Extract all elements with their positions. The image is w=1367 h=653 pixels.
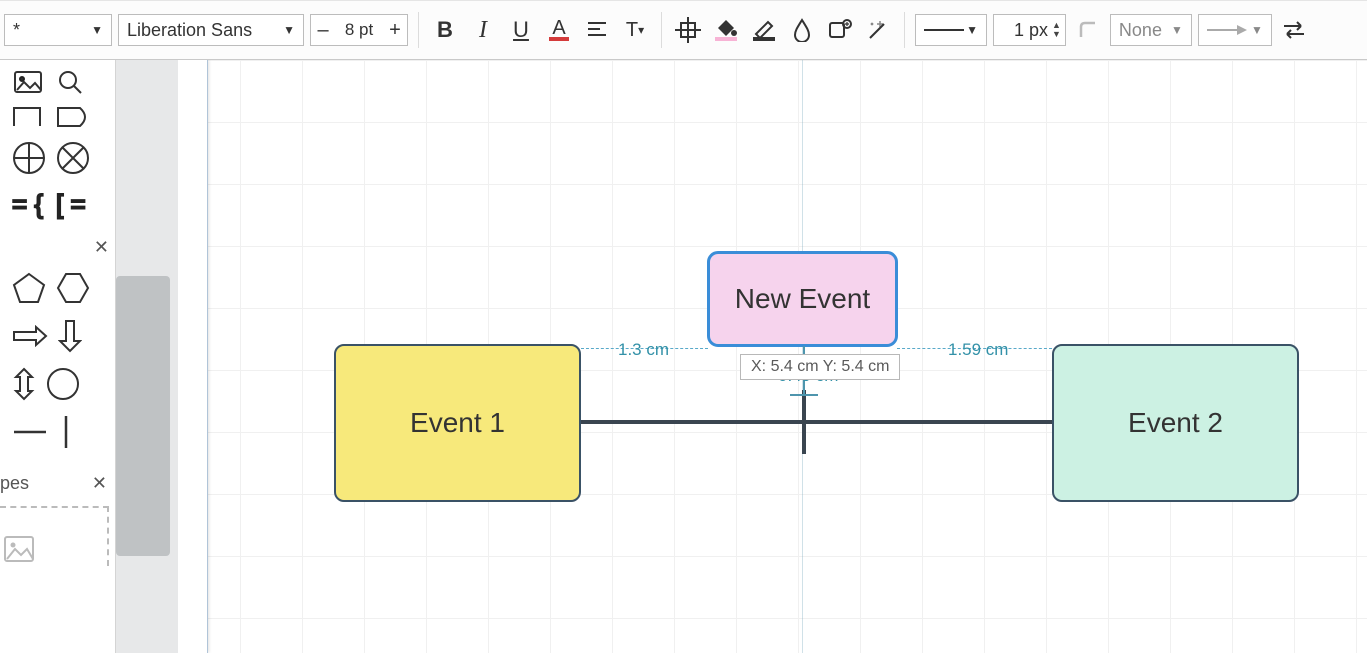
line-width-value: 1 px: [1004, 20, 1048, 41]
line-style-combo[interactable]: ▼: [915, 14, 987, 46]
flip-connector-button[interactable]: [1278, 14, 1310, 46]
snap-guide-small-h: [790, 394, 818, 396]
swap-icon: [1281, 20, 1307, 40]
connector-line[interactable]: [581, 420, 1052, 424]
hexagon-icon[interactable]: [56, 272, 90, 304]
arrow-start-value: None: [1119, 20, 1162, 41]
coordinate-tooltip: X: 5.4 cm Y: 5.4 cm: [740, 354, 900, 380]
italic-button[interactable]: I: [467, 14, 499, 46]
flow-shape-icon[interactable]: [56, 106, 90, 128]
corner-style-button[interactable]: [1072, 14, 1104, 46]
or-gate-icon[interactable]: [56, 141, 90, 175]
shape-label: New Event: [735, 283, 870, 315]
line-width-field[interactable]: 1 px ▲▼: [993, 14, 1066, 46]
arrow-right-icon: [1207, 24, 1247, 36]
shape-event-1[interactable]: Event 1: [334, 344, 581, 502]
increase-font-button[interactable]: +: [383, 19, 407, 42]
summing-junction-icon[interactable]: [12, 141, 46, 175]
page-edge: [178, 60, 208, 653]
chevron-down-icon: ▼: [91, 23, 103, 37]
corner-icon: [1077, 19, 1099, 41]
separator: [661, 12, 662, 48]
sparkle-icon: [866, 18, 890, 42]
shape-new-event[interactable]: New Event: [708, 252, 897, 346]
gallery-placeholder[interactable]: [0, 506, 109, 566]
svg-text:[ =: [ =: [56, 191, 86, 219]
flow-shape-icon[interactable]: [12, 106, 46, 128]
paragraph-align-button[interactable]: [581, 14, 613, 46]
position-size-icon: [675, 17, 701, 43]
drawing-canvas[interactable]: Event 1 Event 2 New Event 1.3 cm 1.59 cm…: [178, 60, 1367, 653]
section-close-button[interactable]: ✕: [92, 473, 107, 494]
section-label: pes: [0, 473, 29, 494]
fill-color-button[interactable]: [710, 14, 742, 46]
shape-label: Event 1: [410, 407, 505, 439]
drop-icon: [791, 18, 813, 42]
chevron-down-icon: ▼: [966, 23, 978, 37]
paragraph-style-combo[interactable]: * ▼: [4, 14, 112, 46]
brace-left-icon[interactable]: = {: [12, 191, 46, 221]
measure-left-label: 1.3 cm: [618, 340, 669, 360]
svg-text:= {: = {: [12, 191, 43, 219]
bold-button[interactable]: B: [429, 14, 461, 46]
shape-event-2[interactable]: Event 2: [1052, 344, 1299, 502]
underline-button[interactable]: U: [505, 14, 537, 46]
insert-image-icon[interactable]: [12, 66, 44, 98]
separator: [418, 12, 419, 48]
font-color-icon: A: [549, 19, 569, 41]
sidebar-scrollbar[interactable]: [116, 60, 178, 653]
line-style-icon: [924, 27, 964, 33]
position-size-button[interactable]: [672, 14, 704, 46]
shadow-button[interactable]: [786, 14, 818, 46]
shapes-sidebar: = { [ = ✕ pes ✕: [0, 60, 116, 653]
shape-label: Event 2: [1128, 407, 1223, 439]
text-direction-icon: T▾: [626, 19, 644, 42]
chevron-down-icon: ▼: [1171, 23, 1183, 37]
measure-right-label: 1.59 cm: [948, 340, 1008, 360]
line-shape-icon[interactable]: [12, 424, 48, 440]
font-name-combo[interactable]: Liberation Sans ▼: [118, 14, 304, 46]
font-size-value[interactable]: 8 pt: [335, 20, 383, 40]
text-direction-button[interactable]: T▾: [619, 14, 651, 46]
separator: [904, 12, 905, 48]
brace-right-icon[interactable]: [ =: [56, 191, 90, 221]
chevron-down-icon: ▼: [283, 23, 295, 37]
font-name-value: Liberation Sans: [127, 20, 252, 41]
font-color-button[interactable]: A: [543, 14, 575, 46]
spinner-icon[interactable]: ▲▼: [1052, 21, 1061, 39]
pentagon-icon[interactable]: [12, 272, 46, 304]
effects-icon: [827, 18, 853, 42]
paint-bucket-icon: [715, 19, 737, 41]
formatting-toolbar: * ▼ Liberation Sans ▼ – 8 pt + B I U A T…: [0, 0, 1367, 60]
vertical-line-icon[interactable]: [58, 414, 74, 450]
connector-tick: [802, 390, 806, 454]
align-icon: [586, 20, 608, 40]
arrow-start-combo[interactable]: None ▼: [1110, 14, 1192, 46]
zoom-icon[interactable]: [54, 66, 86, 98]
chevron-down-icon: ▼: [1251, 23, 1263, 37]
scrollbar-thumb[interactable]: [116, 276, 170, 556]
paragraph-style-value: *: [13, 20, 20, 41]
image-placeholder-icon: [4, 536, 34, 562]
decrease-font-button[interactable]: –: [311, 19, 335, 42]
effects-button[interactable]: [824, 14, 856, 46]
circle-icon[interactable]: [46, 367, 80, 401]
arrow-down-shape-icon[interactable]: [58, 319, 82, 353]
arrow-updown-shape-icon[interactable]: [12, 367, 36, 401]
pen-icon: [753, 19, 775, 41]
font-size-stepper: – 8 pt +: [310, 14, 408, 46]
coordinate-text: X: 5.4 cm Y: 5.4 cm: [751, 358, 889, 375]
arrow-end-combo[interactable]: ▼: [1198, 14, 1272, 46]
line-color-button[interactable]: [748, 14, 780, 46]
arrow-right-shape-icon[interactable]: [12, 325, 48, 347]
autoeffects-button[interactable]: [862, 14, 894, 46]
section-close-button[interactable]: ✕: [0, 230, 115, 264]
